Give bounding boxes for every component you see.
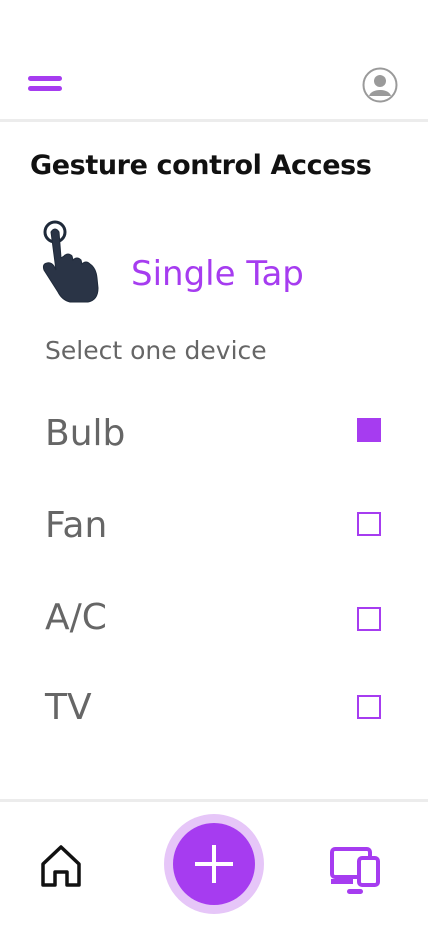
device-label: A/C	[45, 597, 107, 638]
checkbox-tv[interactable]	[357, 695, 381, 719]
device-label: Bulb	[45, 413, 126, 454]
checkbox-bulb[interactable]	[357, 418, 381, 442]
hamburger-menu-icon[interactable]	[28, 76, 62, 94]
select-device-instruction: Select one device	[45, 336, 267, 365]
checkbox-ac[interactable]	[357, 607, 381, 631]
device-label: TV	[45, 687, 92, 728]
checkbox-fan[interactable]	[357, 512, 381, 536]
hand-tap-icon	[42, 220, 99, 303]
plus-icon	[195, 845, 233, 883]
device-row-fan[interactable]: Fan	[0, 494, 428, 554]
add-button[interactable]	[164, 814, 264, 914]
device-row-tv[interactable]: TV	[0, 676, 428, 736]
gesture-name: Single Tap	[131, 254, 304, 294]
devices-icon[interactable]	[329, 846, 381, 896]
app-header	[0, 0, 428, 120]
device-row-ac[interactable]: A/C	[0, 586, 428, 646]
header-divider	[0, 119, 428, 122]
bottom-nav	[0, 802, 428, 926]
home-icon[interactable]	[40, 844, 82, 888]
device-row-bulb[interactable]: Bulb	[0, 402, 428, 462]
page-title: Gesture control Access	[30, 150, 372, 181]
device-label: Fan	[45, 505, 108, 546]
user-avatar-icon[interactable]	[362, 67, 398, 103]
